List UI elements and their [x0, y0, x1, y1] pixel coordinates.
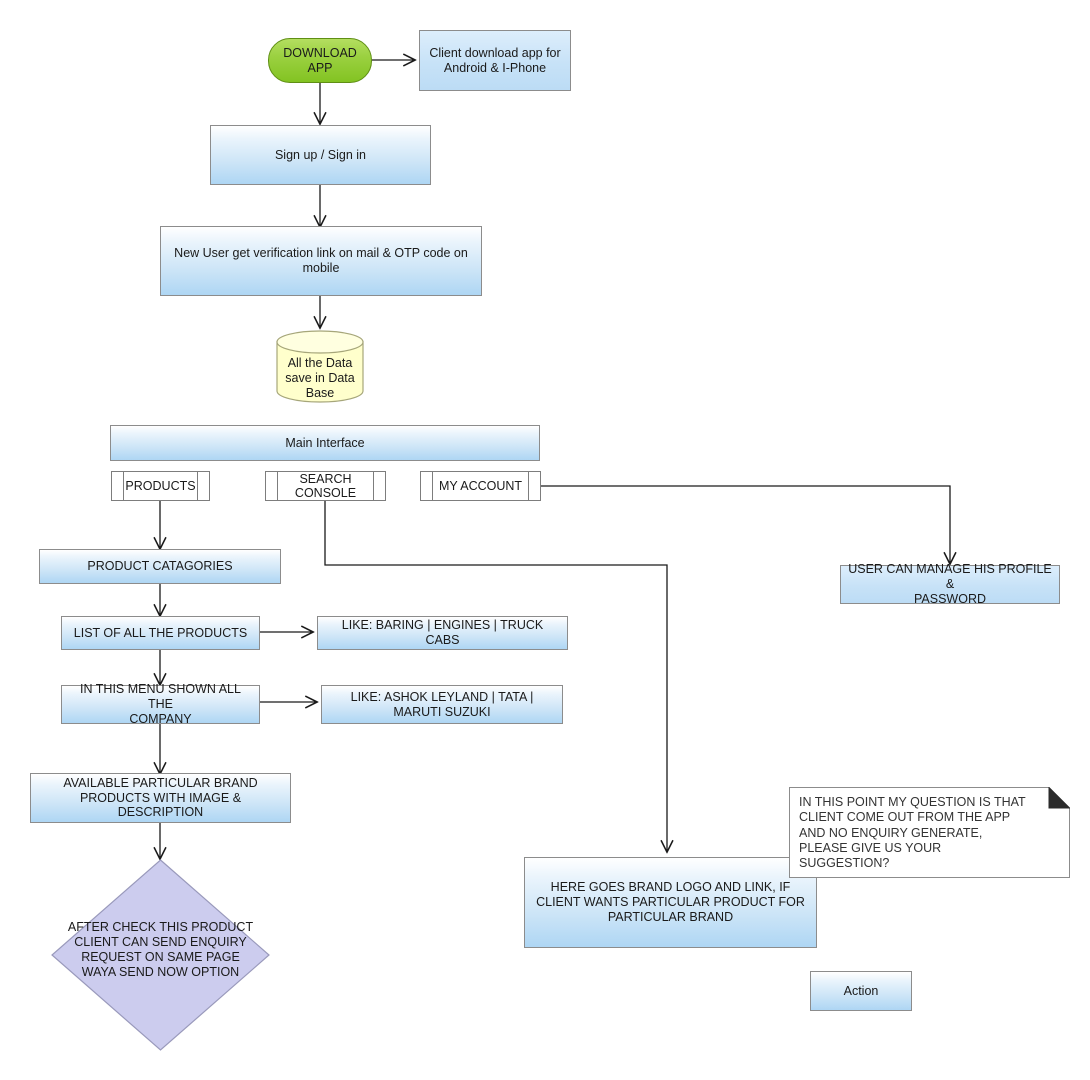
node-search-console[interactable]: SEARCH CONSOLE	[265, 471, 386, 501]
node-like-baring[interactable]: LIKE: BARING | ENGINES | TRUCK CABS	[317, 616, 568, 650]
node-sign-up-in-label: Sign up / Sign in	[274, 147, 367, 162]
predefined-bar-left	[432, 472, 433, 500]
node-my-account[interactable]: MY ACCOUNT	[420, 471, 541, 501]
node-products-label: PRODUCTS	[125, 478, 196, 493]
node-question-note-label: IN THIS POINT MY QUESTION IS THAT CLIENT…	[799, 795, 1026, 870]
node-list-products[interactable]: LIST OF ALL THE PRODUCTS	[61, 616, 260, 650]
node-enquiry-decision-label: AFTER CHECK THIS PRODUCT CLIENT CAN SEND…	[67, 920, 254, 980]
node-menu-company-label: IN THIS MENU SHOWN ALL THE COMPANY	[80, 682, 241, 726]
node-menu-company[interactable]: IN THIS MENU SHOWN ALL THE COMPANY	[61, 682, 260, 726]
flowchart-canvas: DOWNLOAD APP Client download app for And…	[0, 0, 1090, 1080]
edge-search-to-brandlogo	[324, 501, 667, 851]
node-action-label: Action	[843, 983, 879, 998]
node-action[interactable]: Action	[810, 971, 912, 1011]
node-database[interactable]: All the Data save in Data Base	[276, 330, 364, 403]
node-my-account-label: MY ACCOUNT	[438, 478, 523, 493]
node-manage-profile-label: USER CAN MANAGE HIS PROFILE & PASSWORD	[848, 562, 1052, 606]
predefined-bar-right	[197, 472, 198, 500]
node-download-app[interactable]: DOWNLOAD APP	[268, 38, 372, 83]
node-like-ashok[interactable]: LIKE: ASHOK LEYLAND | TATA | MARUTI SUZU…	[321, 685, 563, 724]
node-verification-label: New User get verification link on mail &…	[174, 246, 468, 275]
node-question-note[interactable]: IN THIS POINT MY QUESTION IS THAT CLIENT…	[789, 787, 1070, 878]
predefined-bar-right	[528, 472, 529, 500]
predefined-bar-left	[123, 472, 124, 500]
node-client-download[interactable]: Client download app for Android & I-Phon…	[419, 30, 571, 91]
node-products[interactable]: PRODUCTS	[111, 471, 210, 501]
node-main-interface-label: Main Interface	[285, 435, 365, 450]
node-download-app-label: DOWNLOAD APP	[283, 45, 357, 75]
node-product-categories-label: PRODUCT CATAGORIES	[87, 559, 233, 574]
node-client-download-label: Client download app for Android & I-Phon…	[429, 45, 561, 75]
node-brand-logo-label: HERE GOES BRAND LOGO AND LINK, IF CLIENT…	[536, 880, 805, 924]
node-verification[interactable]: New User get verification link on mail &…	[160, 226, 482, 296]
node-available-brand-label: AVAILABLE PARTICULAR BRAND PRODUCTS WITH…	[63, 775, 258, 820]
node-product-categories[interactable]: PRODUCT CATAGORIES	[39, 549, 281, 584]
predefined-bar-right	[373, 472, 374, 500]
node-list-products-label: LIST OF ALL THE PRODUCTS	[73, 625, 248, 640]
edge-myaccount-to-manage	[541, 485, 950, 563]
node-brand-logo[interactable]: HERE GOES BRAND LOGO AND LINK, IF CLIENT…	[524, 857, 817, 948]
node-manage-profile[interactable]: USER CAN MANAGE HIS PROFILE & PASSWORD	[840, 562, 1060, 606]
node-sign-up-in[interactable]: Sign up / Sign in	[210, 125, 431, 185]
node-main-interface[interactable]: Main Interface	[110, 425, 540, 461]
node-like-baring-label: LIKE: BARING | ENGINES | TRUCK CABS	[341, 618, 544, 647]
node-enquiry-decision[interactable]: AFTER CHECK THIS PRODUCT CLIENT CAN SEND…	[51, 859, 270, 1051]
node-like-ashok-label: LIKE: ASHOK LEYLAND | TATA | MARUTI SUZU…	[350, 689, 534, 719]
predefined-bar-left	[277, 472, 278, 500]
node-search-console-label: SEARCH CONSOLE	[294, 471, 357, 500]
node-database-label: All the Data save in Data Base	[285, 356, 355, 400]
node-available-brand[interactable]: AVAILABLE PARTICULAR BRAND PRODUCTS WITH…	[30, 773, 291, 823]
